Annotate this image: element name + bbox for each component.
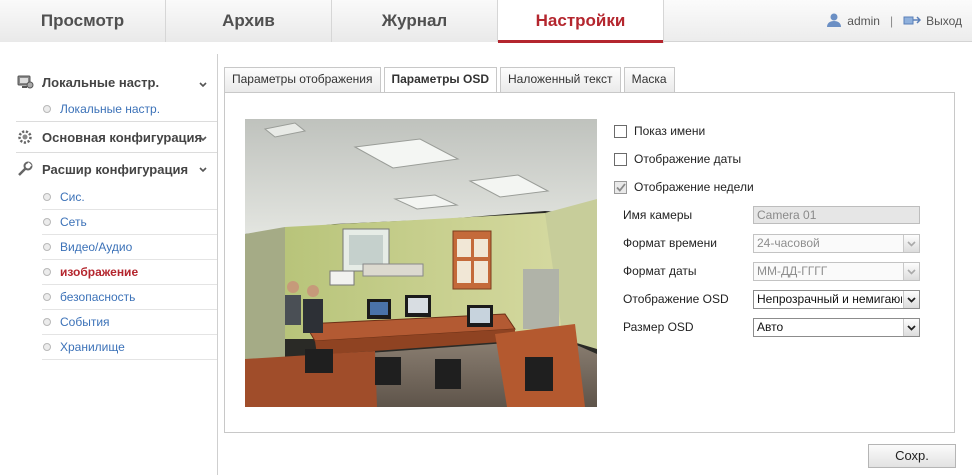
osd-display-label: Отображение OSD <box>623 292 729 306</box>
date-format-value: ММ-ДД-ГГГГ <box>757 264 828 278</box>
osd-size-select[interactable]: Авто <box>753 318 920 337</box>
sidebar-group-basic: Основная конфигурация <box>16 122 217 153</box>
sidebar-item-network[interactable]: Сеть <box>42 210 217 235</box>
show-name-label: Показ имени <box>634 124 706 138</box>
bullet-icon <box>43 318 51 326</box>
tab-display-settings[interactable]: Параметры отображения <box>224 67 381 92</box>
sidebar-item-label: Сеть <box>60 215 87 229</box>
show-date-label: Отображение даты <box>634 152 742 166</box>
camera-name-input[interactable]: Camera 01 <box>753 206 920 224</box>
osd-settings-panel: Показ имени Отображение даты Отображение… <box>224 92 955 433</box>
monitor-icon <box>16 73 34 91</box>
sidebar-item-label: Сис. <box>60 190 85 204</box>
tab-text-overlay[interactable]: Наложенный текст <box>500 67 621 92</box>
sidebar-item-video-audio[interactable]: Видео/Аудио <box>42 235 217 260</box>
wrench-icon <box>16 160 34 178</box>
show-date-checkbox[interactable] <box>614 152 627 166</box>
tab-configuration[interactable]: Настройки <box>498 0 664 43</box>
sidebar-group-advanced: Расшир конфигурация Сис. Сеть Видео/Ауди… <box>16 153 217 360</box>
osd-size-label: Размер OSD <box>623 320 694 334</box>
sidebar-group-label: Основная конфигурация <box>42 129 203 145</box>
chevron-down-icon <box>199 76 207 91</box>
user-area: admin | Выход <box>826 0 962 42</box>
bullet-icon <box>43 268 51 276</box>
show-week-checkbox[interactable] <box>614 180 627 194</box>
sidebar-item-label: Локальные настр. <box>60 101 161 116</box>
sidebar-group-label: Расшир конфигурация <box>42 161 189 177</box>
camera-scene-image <box>245 119 597 407</box>
bullet-icon <box>43 104 51 113</box>
content-tabs: Параметры отображения Параметры OSD Нало… <box>224 67 678 93</box>
sidebar-item-label: изображение <box>60 265 139 279</box>
bullet-icon <box>43 293 51 301</box>
show-name-option[interactable]: Показ имени <box>614 121 705 141</box>
bullet-icon <box>43 343 51 351</box>
sidebar-item-label: События <box>60 315 110 329</box>
sidebar-item-label: Видео/Аудио <box>60 240 133 254</box>
bullet-icon <box>43 193 51 201</box>
tab-live-view[interactable]: Просмотр <box>0 0 166 42</box>
sidebar-item-label: безопасность <box>60 290 136 304</box>
top-navigation-bar: Просмотр Архив Журнал Настройки admin | … <box>0 0 972 43</box>
tab-osd-settings[interactable]: Параметры OSD <box>383 67 497 93</box>
tab-playback[interactable]: Архив <box>166 0 332 42</box>
logout-icon[interactable] <box>903 13 926 30</box>
bullet-icon <box>43 218 51 226</box>
osd-display-select[interactable]: Непрозрачный и немигающий <box>753 290 920 309</box>
chevron-down-icon <box>199 161 207 176</box>
show-week-option[interactable]: Отображение недели <box>614 177 754 197</box>
camera-name-label: Имя камеры <box>623 208 693 222</box>
sidebar-item-local-settings[interactable]: Локальные настр. <box>42 96 217 121</box>
sidebar-group-local-header[interactable]: Локальные настр. <box>16 68 217 96</box>
main-tabs: Просмотр Архив Журнал Настройки <box>0 0 664 43</box>
separator: | <box>889 14 894 28</box>
sidebar-group-basic-header[interactable]: Основная конфигурация <box>16 122 217 152</box>
sidebar-item-events[interactable]: События <box>42 310 217 335</box>
date-format-label: Формат даты <box>623 264 697 278</box>
sidebar-item-storage[interactable]: Хранилище <box>42 335 217 360</box>
date-format-select[interactable]: ММ-ДД-ГГГГ <box>753 262 920 281</box>
tab-log[interactable]: Журнал <box>332 0 498 42</box>
chevron-down-icon <box>903 263 919 280</box>
osd-size-value: Авто <box>757 320 784 334</box>
sidebar-item-security[interactable]: безопасность <box>42 285 217 310</box>
tab-privacy-mask[interactable]: Маска <box>623 67 675 92</box>
sidebar-item-system[interactable]: Сис. <box>42 185 217 210</box>
sidebar-group-advanced-header[interactable]: Расшир конфигурация <box>16 153 217 185</box>
checkmark-icon <box>615 182 626 192</box>
chevron-down-icon <box>903 235 919 252</box>
sidebar-group-label: Локальные настр. <box>42 74 160 90</box>
user-icon <box>826 12 847 31</box>
show-name-checkbox[interactable] <box>614 124 627 138</box>
save-button[interactable]: Сохр. <box>868 444 956 468</box>
osd-display-value: Непрозрачный и немигающий <box>757 292 902 306</box>
gear-icon <box>16 128 34 146</box>
chevron-down-icon <box>199 130 207 145</box>
sidebar-group-local: Локальные настр. Локальные настр. <box>16 68 217 122</box>
sidebar-item-image[interactable]: изображение <box>42 260 217 285</box>
chevron-down-icon <box>903 319 919 336</box>
sidebar: Локальные настр. Локальные настр. Основн… <box>0 54 218 475</box>
camera-preview[interactable] <box>245 119 597 407</box>
show-date-option[interactable]: Отображение даты <box>614 149 741 169</box>
bullet-icon <box>43 243 51 251</box>
show-week-label: Отображение недели <box>634 180 754 194</box>
logout-link[interactable]: Выход <box>926 14 962 28</box>
sidebar-item-label: Хранилище <box>60 340 125 354</box>
time-format-value: 24-часовой <box>757 236 820 250</box>
time-format-select[interactable]: 24-часовой <box>753 234 920 253</box>
chevron-down-icon <box>903 291 919 308</box>
time-format-label: Формат времени <box>623 236 717 250</box>
username: admin <box>847 14 880 28</box>
